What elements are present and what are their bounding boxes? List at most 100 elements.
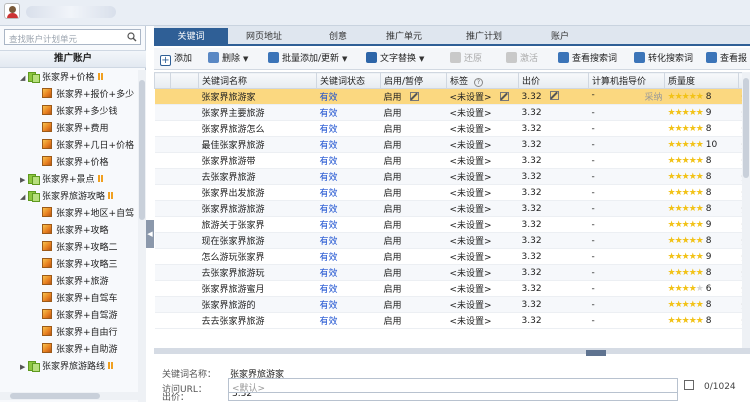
enable-cell[interactable]: 启用 <box>380 120 447 137</box>
row-check-cell[interactable] <box>154 104 171 121</box>
row-check-cell[interactable] <box>154 88 171 105</box>
search-input[interactable]: 查找账户计划单元 <box>4 29 141 45</box>
grid-vertical-scrollbar[interactable] <box>742 72 750 348</box>
header-keyword-status[interactable]: 关键词状态 <box>316 72 381 89</box>
enable-cell[interactable]: 启用 <box>380 280 447 297</box>
keyword-name-cell[interactable]: 张家界旅游旅游 <box>198 200 317 217</box>
tag-cell[interactable]: <未设置> <box>446 280 519 297</box>
bid-cell[interactable]: 3.32 <box>518 184 589 201</box>
tag-cell[interactable]: <未设置> <box>446 312 519 329</box>
edit-pencil-icon[interactable] <box>409 92 419 101</box>
row-check-cell[interactable] <box>154 168 171 185</box>
enable-cell[interactable]: 启用 <box>380 264 447 281</box>
table-row[interactable]: 去张家界旅游玩有效启用<未设置>3.32-★★★★★ 8短 <box>154 264 750 281</box>
bid-cell[interactable]: 3.32 <box>518 152 589 169</box>
bid-cell[interactable]: 3.32 <box>518 248 589 265</box>
tag-cell[interactable]: <未设置> <box>446 104 519 121</box>
keyword-name-cell[interactable]: 张家界旅游带 <box>198 152 317 169</box>
tag-cell[interactable]: <未设置> <box>446 200 519 217</box>
collapse-panel-button[interactable]: ◀ <box>146 220 154 248</box>
tag-cell[interactable]: <未设置> <box>446 184 519 201</box>
tree-unit-node[interactable]: 张家界+旅游 <box>42 274 109 290</box>
tree-unit-node[interactable]: 张家界+价格 <box>42 155 109 171</box>
row-check-cell[interactable] <box>154 200 171 217</box>
table-row[interactable]: 张家界旅游家有效启用<未设置>3.32-采纳★★★★★ 8短 <box>154 88 750 105</box>
pane-splitter[interactable] <box>154 348 750 354</box>
bid-cell[interactable]: 3.32 <box>518 296 589 313</box>
table-row[interactable]: 张家界旅游怎么有效启用<未设置>3.32-★★★★★ 8短 <box>154 120 750 137</box>
table-row[interactable]: 最佳张家界旅游有效启用<未设置>3.32-★★★★★ 10短 <box>154 136 750 153</box>
row-check-cell[interactable] <box>154 216 171 233</box>
collapse-arrow-icon[interactable]: ▶ <box>20 359 28 375</box>
scroll-thumb[interactable] <box>743 78 749 178</box>
bid-cell[interactable]: 3.32 <box>518 168 589 185</box>
bid-cell[interactable]: 3.32 <box>518 120 589 137</box>
bid-cell[interactable]: 3.32 <box>518 216 589 233</box>
bid-cell[interactable]: 3.32 <box>518 312 589 329</box>
tree-unit-node[interactable]: 张家界+报价+多少 <box>42 87 134 103</box>
tree-plan-node[interactable]: ◢ 张家界旅游攻略 <box>20 189 114 205</box>
row-check-cell[interactable] <box>154 248 171 265</box>
row-check-cell[interactable] <box>154 120 171 137</box>
adopt-link[interactable]: 采纳 <box>644 90 662 103</box>
enable-cell[interactable]: 启用 <box>380 200 447 217</box>
tag-cell[interactable]: <未设置> <box>446 232 519 249</box>
enable-cell[interactable]: 启用 <box>380 168 447 185</box>
tree-unit-node[interactable]: 张家界+多少钱 <box>42 104 118 120</box>
enable-cell[interactable]: 启用 <box>380 216 447 233</box>
tag-cell[interactable]: <未设置> <box>446 88 519 105</box>
keyword-name-cell[interactable]: 去张家界旅游玩 <box>198 264 317 281</box>
table-row[interactable]: 旅游关于张家界有效启用<未设置>3.32-★★★★★ 9短 <box>154 216 750 233</box>
table-row[interactable]: 张家界旅游带有效启用<未设置>3.32-★★★★★ 8短 <box>154 152 750 169</box>
enable-cell[interactable]: 启用 <box>380 232 447 249</box>
tree-plan-node[interactable]: ▶ 张家界旅游路线 <box>20 359 114 375</box>
tree-unit-node[interactable]: 张家界+自助游 <box>42 342 118 358</box>
tab-5[interactable]: 账户 <box>524 28 596 46</box>
bid-cell[interactable]: 3.32 <box>518 88 589 105</box>
tag-cell[interactable]: <未设置> <box>446 296 519 313</box>
edit-pencil-icon[interactable] <box>549 91 559 100</box>
row-check-cell[interactable] <box>154 312 171 329</box>
table-row[interactable]: 张家界旅游蜜月有效启用<未设置>3.32-★★★★★ 6短 <box>154 280 750 297</box>
collapse-arrow-icon[interactable]: ▶ <box>20 172 28 188</box>
table-row[interactable]: 去张家界旅游有效启用<未设置>3.32-★★★★★ 8短 <box>154 168 750 185</box>
keyword-name-cell[interactable]: 张家界旅游怎么 <box>198 120 317 137</box>
tree-vertical-scrollbar[interactable] <box>138 70 146 402</box>
enable-cell[interactable]: 启用 <box>380 312 447 329</box>
tab-3[interactable]: 推广单元 <box>368 28 440 46</box>
user-avatar-icon[interactable] <box>4 3 20 19</box>
bid-cell[interactable]: 3.32 <box>518 280 589 297</box>
enable-cell[interactable]: 启用 <box>380 184 447 201</box>
tag-cell[interactable]: <未设置> <box>446 168 519 185</box>
header-keyword-name[interactable]: 关键词名称 <box>198 72 317 89</box>
keyword-name-cell[interactable]: 最佳张家界旅游 <box>198 136 317 153</box>
view-report-button[interactable]: 查看报 <box>706 51 747 67</box>
bid-cell[interactable]: 3.32 <box>518 200 589 217</box>
header-tag[interactable]: 标签? <box>446 72 519 89</box>
row-check-cell[interactable] <box>154 264 171 281</box>
keyword-name-cell[interactable]: 去张家界旅游 <box>198 168 317 185</box>
help-icon[interactable]: ? <box>474 78 484 87</box>
search-icon[interactable] <box>127 32 137 42</box>
edit-pencil-icon[interactable] <box>499 92 509 101</box>
row-check-cell[interactable] <box>154 184 171 201</box>
table-row[interactable]: 怎么游玩张家界有效启用<未设置>3.32-★★★★★ 9短 <box>154 248 750 265</box>
enable-cell[interactable]: 启用 <box>380 136 447 153</box>
bid-cell[interactable]: 3.32 <box>518 232 589 249</box>
tree-horizontal-scrollbar[interactable] <box>0 392 138 400</box>
bid-cell[interactable]: 3.32 <box>518 104 589 121</box>
keyword-name-cell[interactable]: 旅游关于张家界 <box>198 216 317 233</box>
chevron-down-icon[interactable]: ▼ <box>243 51 248 67</box>
scroll-thumb[interactable] <box>139 80 145 220</box>
row-check-cell[interactable] <box>154 296 171 313</box>
keyword-name-cell[interactable]: 张家界旅游的 <box>198 296 317 313</box>
enable-cell[interactable]: 启用 <box>380 248 447 265</box>
expand-arrow-icon[interactable]: ◢ <box>20 70 28 86</box>
tree-plan-node[interactable]: ▶ 张家界+景点 <box>20 172 103 188</box>
header-bid[interactable]: 出价 <box>518 72 589 89</box>
tab-2[interactable]: 创意 <box>302 28 374 46</box>
keyword-name-cell[interactable]: 现在张家界旅游 <box>198 232 317 249</box>
add-button[interactable]: + 添加 <box>160 51 192 67</box>
row-check-cell[interactable] <box>154 232 171 249</box>
bid-cell[interactable]: 3.32 <box>518 264 589 281</box>
